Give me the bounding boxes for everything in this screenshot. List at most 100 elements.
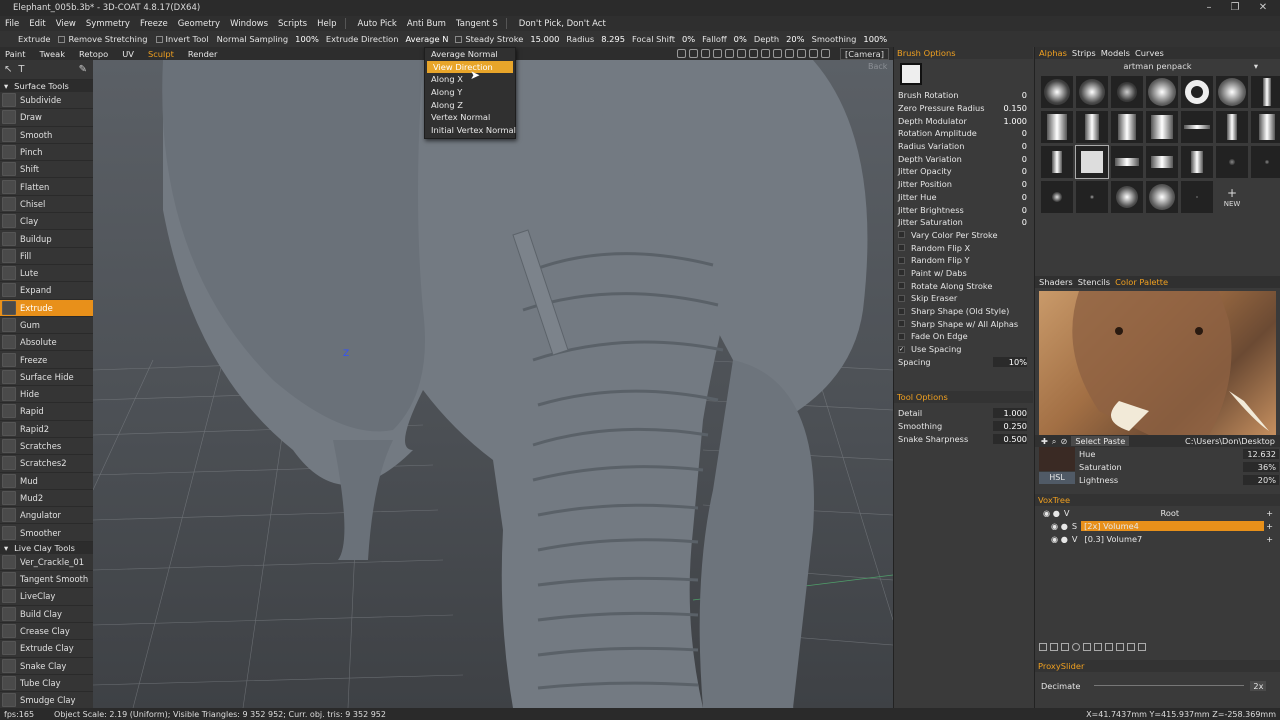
param-value[interactable]: 0 [993,141,1027,151]
param-value[interactable]: 0 [993,217,1027,227]
menu-item-along-z[interactable]: Along Z [425,99,515,112]
room-tab-render[interactable]: Render [183,49,223,59]
param-value[interactable]: 0 [993,205,1027,215]
render-icon[interactable] [820,49,830,58]
tool-item-lute[interactable]: Lute [0,265,93,283]
menu-help[interactable]: Help [312,19,341,29]
steady-stroke-toggle[interactable]: Steady Stroke [451,34,527,44]
brush-icon[interactable] [712,49,722,58]
tool-item-extrude-clay[interactable]: Extrude Clay [0,640,93,658]
tab-shaders[interactable]: Shaders [1039,276,1073,288]
param-value[interactable]: 0.250 [993,421,1027,432]
image-icon[interactable] [700,49,710,58]
tool-item-draw[interactable]: Draw [0,109,93,127]
steady-stroke-value[interactable]: 15.000 [527,34,562,44]
text-icon[interactable]: T [18,64,24,75]
alpha-cell[interactable] [1076,181,1108,213]
tool-item-mud2[interactable]: Mud2 [0,490,93,508]
voxtree-row[interactable]: ◉ ● V Root + [1035,506,1280,519]
tool-param-smoothing[interactable]: Smoothing 0.250 [894,420,1033,433]
alpha-cell[interactable] [1041,146,1073,178]
wireframe-icon[interactable] [808,49,818,58]
param-depth-variation[interactable]: Depth Variation 0 [894,152,1033,165]
menu-edit[interactable]: Edit [24,19,50,29]
tab-curves[interactable]: Curves [1135,47,1164,59]
tool-item-mud[interactable]: Mud [0,473,93,490]
radius-value[interactable]: 8.295 [598,34,628,44]
tool-item-gum[interactable]: Gum [0,317,93,335]
param-radius-variation[interactable]: Radius Variation 0 [894,140,1033,153]
tool-item-smooth[interactable]: Smooth [0,127,93,144]
camera-dropdown[interactable]: [Camera] [839,47,889,60]
block-icon[interactable]: ⊘ [1060,436,1067,446]
tool-item-smudge-clay[interactable]: Smudge Clay [0,692,93,708]
param-rotation-amplitude[interactable]: Rotation Amplitude 0 [894,127,1033,140]
tool-item-build-clay[interactable]: Build Clay [0,606,93,623]
hsl-saturation[interactable]: Saturation 36% [1079,460,1279,473]
anti-bump-dropdown[interactable]: Anti Bum [402,19,451,29]
check-sharp-shape-old-style[interactable]: Sharp Shape (Old Style) [894,305,1033,318]
param-value[interactable]: 0 [993,166,1027,176]
param-value[interactable]: 0 [993,128,1027,138]
tool-param-snake-sharpness[interactable]: Snake Sharpness 0.500 [894,433,1033,446]
new-alpha-button[interactable]: + NEW [1224,186,1241,208]
alpha-cell[interactable] [1181,111,1213,143]
focal-shift-value[interactable]: 0% [679,34,698,44]
remove-stretching-toggle[interactable]: Remove Stretching [54,34,151,44]
check-paint-w-dabs[interactable]: Paint w/ Dabs [894,267,1033,280]
tool-item-pinch[interactable]: Pinch [0,144,93,162]
menu-view[interactable]: View [51,19,81,29]
tab-models[interactable]: Models [1101,47,1130,59]
alpha-cell[interactable] [1216,111,1248,143]
menu-item-vertex-normal[interactable]: Vertex Normal [425,111,515,124]
tab-strips[interactable]: Strips [1072,47,1096,59]
copy-icon[interactable] [1061,643,1069,651]
param-zero-pressure-radius[interactable]: Zero Pressure Radius 0.150 [894,102,1033,115]
check-sharp-shape-w-all-alphas[interactable]: Sharp Shape w/ All Alphas [894,317,1033,330]
tool-item-crease-clay[interactable]: Crease Clay [0,623,93,641]
eye-icon[interactable]: ◉ ● [1051,521,1068,531]
param-jitter-saturation[interactable]: Jitter Saturation 0 [894,216,1033,229]
menu-scripts[interactable]: Scripts [273,19,312,29]
room-tab-sculpt[interactable]: Sculpt [143,49,179,59]
param-value[interactable]: 0.150 [993,103,1027,113]
tab-alphas[interactable]: Alphas [1039,47,1067,59]
alpha-cell[interactable] [1216,76,1248,108]
decimate-slider[interactable] [1094,685,1245,686]
add-icon[interactable]: + [1266,521,1273,531]
falloff-value[interactable]: 0% [731,34,750,44]
zoom-icon[interactable] [760,49,770,58]
alpha-cell[interactable] [1041,111,1073,143]
move-up-icon[interactable] [1105,643,1113,651]
alpha-cell[interactable] [1251,111,1280,143]
tool-item-tube-clay[interactable]: Tube Clay [0,675,93,693]
extrude-direction-dropdown[interactable]: Average N [402,34,451,44]
fit-icon[interactable] [772,49,782,58]
alpha-cell[interactable] [1146,146,1178,178]
tab-color-palette[interactable]: Color Palette [1115,276,1168,288]
tool-item-liveclay[interactable]: LiveClay [0,588,93,606]
alpha-cell[interactable] [1181,76,1213,108]
tool-item-expand[interactable]: Expand [0,282,93,300]
spacing-value[interactable]: 10% [993,356,1027,367]
param-jitter-hue[interactable]: Jitter Hue 0 [894,191,1033,204]
merge-icon[interactable] [1083,643,1091,651]
pen-icon[interactable]: ✎ [79,64,87,75]
hsl-value[interactable]: 12.632 [1243,448,1279,459]
tool-item-angulator[interactable]: Angulator [0,507,93,525]
tool-item-extrude[interactable]: Extrude [0,299,93,317]
check-fade-on-edge[interactable]: Fade On Edge [894,330,1033,343]
delete-icon[interactable] [1050,643,1058,651]
spacing-row[interactable]: Spacing 10% [894,355,1033,368]
tool-item-ver-crackle-01[interactable]: Ver_Crackle_01 [0,554,93,572]
hsl-value[interactable]: 36% [1243,461,1279,472]
alpha-cell[interactable] [1146,111,1178,143]
palette-path[interactable]: C:\Users\Don\Desktop [1185,436,1275,446]
hsl-hue[interactable]: Hue 12.632 [1079,447,1279,460]
param-value[interactable]: 0.500 [993,433,1027,444]
tool-item-subdivide[interactable]: Subdivide [0,92,93,110]
param-value[interactable]: 1.000 [993,116,1027,126]
param-jitter-opacity[interactable]: Jitter Opacity 0 [894,165,1033,178]
alpha-cell[interactable] [1251,76,1280,108]
voxtree-row[interactable]: ◉ ● V [0.3] Volume7 + [1035,532,1280,545]
